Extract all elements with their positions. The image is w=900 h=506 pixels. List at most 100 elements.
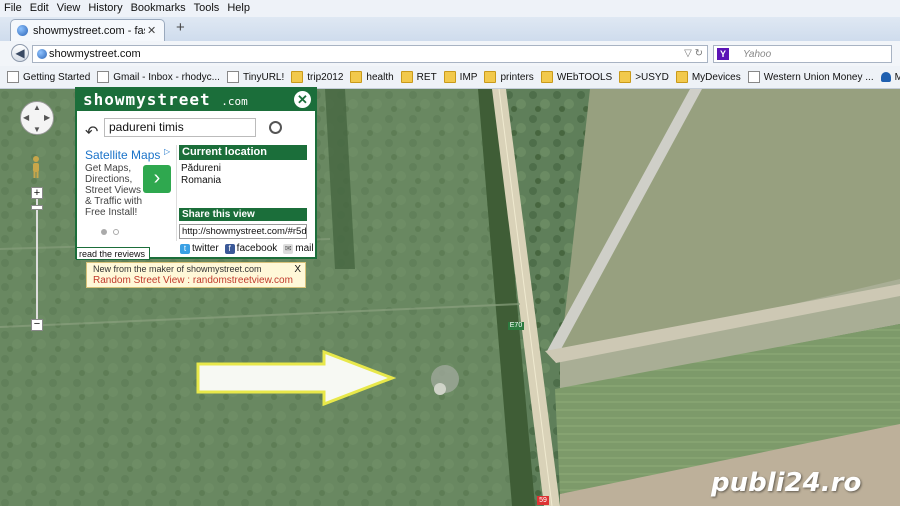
menu-edit[interactable]: Edit bbox=[26, 0, 53, 17]
menu-file[interactable]: File bbox=[0, 0, 26, 17]
satellite-maps-ad[interactable]: Satellite Maps ▷ Get Maps, Directions, S… bbox=[80, 145, 177, 241]
zoom-out-button[interactable]: − bbox=[31, 319, 43, 331]
menu-help[interactable]: Help bbox=[223, 0, 254, 17]
bookmark-label: printers bbox=[500, 71, 534, 83]
bookmark-item[interactable]: WEbTOOLS bbox=[540, 71, 613, 83]
bookmark-label: RET bbox=[416, 71, 437, 83]
location-search-input[interactable]: padureni timis bbox=[104, 118, 256, 137]
new-tab-button[interactable]: + bbox=[176, 19, 185, 36]
promo-banner[interactable]: New from the maker of showmystreet.com R… bbox=[86, 262, 306, 288]
bookmark-item[interactable]: trip2012 bbox=[291, 71, 343, 83]
pegman-icon[interactable] bbox=[30, 155, 42, 179]
share-url-field[interactable]: http://showmystreet.com/#r5deg bbox=[179, 224, 307, 239]
zoom-in-button[interactable]: + bbox=[31, 187, 43, 199]
bookmark-label: >USYD bbox=[635, 71, 669, 83]
ad-go-button[interactable]: › bbox=[143, 165, 171, 193]
location-place: Pădureni bbox=[181, 163, 222, 174]
menu-history[interactable]: History bbox=[84, 0, 126, 17]
promo-close-button[interactable]: X bbox=[294, 264, 301, 275]
ad-choices-icon[interactable]: ▷ bbox=[164, 147, 172, 156]
tab-bar: showmystreet.com - fast &... ✕ + bbox=[0, 17, 900, 41]
bookmarks-toolbar: Getting Started Gmail - Inbox - rhodyc...… bbox=[0, 66, 900, 89]
road-sign-e70: E70 bbox=[508, 322, 524, 330]
search-placeholder: Yahoo bbox=[743, 48, 772, 60]
bookmark-label: trip2012 bbox=[307, 71, 344, 83]
globe-icon bbox=[17, 25, 28, 36]
current-location-heading: Current location bbox=[179, 145, 307, 160]
folder-icon bbox=[619, 71, 632, 83]
bookmark-item[interactable]: Gmail - Inbox - rhodyc... bbox=[97, 71, 220, 83]
bookmark-item[interactable]: IMP bbox=[443, 71, 478, 83]
search-icon[interactable] bbox=[269, 121, 282, 134]
promo-line-2[interactable]: Random Street View : randomstreetview.co… bbox=[93, 275, 293, 286]
share-links: t twitter f facebook ✉ mail bbox=[180, 243, 314, 254]
bookmark-label: WEbTOOLS bbox=[556, 71, 613, 83]
back-button[interactable]: ◀ bbox=[11, 44, 29, 62]
page-icon bbox=[7, 71, 19, 83]
bookmark-label: MyDevices bbox=[691, 71, 741, 83]
facebook-link[interactable]: facebook bbox=[237, 243, 278, 254]
tab-showmystreet[interactable]: showmystreet.com - fast &... ✕ bbox=[10, 19, 165, 41]
read-reviews-tab[interactable]: read the reviews bbox=[76, 247, 150, 260]
folder-icon bbox=[400, 71, 413, 83]
ad-title[interactable]: Satellite Maps bbox=[85, 148, 160, 162]
menu-bar: File Edit View History Bookmarks Tools H… bbox=[0, 0, 900, 17]
page-icon bbox=[226, 71, 239, 83]
folder-icon bbox=[350, 71, 363, 83]
skydrive-icon bbox=[880, 72, 891, 82]
bookmark-label: Microsoft SkyDrive - A... bbox=[895, 72, 900, 83]
url-text: showmystreet.com bbox=[49, 48, 141, 60]
bookmark-item[interactable]: Getting Started bbox=[7, 71, 90, 83]
folder-icon bbox=[540, 71, 553, 83]
bookmark-item[interactable]: Microsoft SkyDrive - A... bbox=[880, 72, 900, 83]
twitter-link[interactable]: twitter bbox=[192, 243, 219, 254]
twitter-icon[interactable]: t bbox=[180, 243, 190, 254]
bookmark-item[interactable]: printers bbox=[484, 71, 534, 83]
pointer-arrow-icon bbox=[196, 350, 396, 406]
site-identity-icon[interactable] bbox=[37, 49, 47, 59]
panel-header: showmystreet .com ✕ bbox=[77, 89, 315, 111]
mail-icon[interactable]: ✉ bbox=[283, 243, 294, 254]
ad-body: Get Maps, Directions, Street Views & Tra… bbox=[85, 163, 143, 218]
reload-icon[interactable]: ▽ ↻ bbox=[684, 48, 703, 59]
menu-view[interactable]: View bbox=[53, 0, 85, 17]
folder-icon bbox=[675, 71, 688, 83]
ad-dot-active[interactable] bbox=[101, 229, 107, 235]
bookmark-label: Getting Started bbox=[23, 71, 91, 83]
facebook-icon[interactable]: f bbox=[224, 243, 235, 254]
reset-view-icon[interactable]: ↶ bbox=[85, 122, 98, 142]
close-tab-icon[interactable]: ✕ bbox=[147, 24, 156, 37]
watermark-text: publi24.ro bbox=[711, 468, 862, 498]
mail-link[interactable]: mail bbox=[295, 243, 313, 254]
close-panel-button[interactable]: ✕ bbox=[294, 91, 311, 108]
page-icon bbox=[97, 71, 110, 83]
yahoo-icon[interactable]: Y bbox=[717, 48, 729, 60]
menu-bookmarks[interactable]: Bookmarks bbox=[127, 0, 190, 17]
ad-dot-inactive[interactable] bbox=[113, 229, 119, 235]
page-icon bbox=[747, 71, 760, 83]
showmystreet-panel: showmystreet .com ✕ ↶ padureni timis Sat… bbox=[75, 87, 317, 259]
bookmark-item[interactable]: RET bbox=[400, 71, 437, 83]
bookmark-item[interactable]: TinyURL! bbox=[226, 71, 284, 83]
zoom-slider-track[interactable] bbox=[36, 199, 38, 319]
location-country: Romania bbox=[181, 175, 222, 186]
url-bar[interactable]: showmystreet.com ▽ ↻ bbox=[32, 45, 708, 63]
site-logo: showmystreet .com bbox=[83, 90, 248, 109]
tab-title: showmystreet.com - fast &... bbox=[33, 24, 145, 37]
road-sign-59: 59 bbox=[537, 496, 549, 505]
bookmark-item[interactable]: MyDevices bbox=[675, 71, 741, 83]
bookmark-label: health bbox=[366, 71, 394, 83]
search-bar[interactable]: Y Yahoo bbox=[713, 45, 892, 63]
share-heading: Share this view bbox=[179, 208, 307, 221]
menu-tools[interactable]: Tools bbox=[190, 0, 224, 17]
bookmark-item[interactable]: health bbox=[350, 71, 394, 83]
bookmark-item[interactable]: Western Union Money ... bbox=[747, 71, 874, 83]
bookmark-item[interactable]: >USYD bbox=[619, 71, 669, 83]
navigation-bar: ◀ showmystreet.com ▽ ↻ Y Yahoo bbox=[0, 41, 900, 67]
bookmark-label: IMP bbox=[459, 71, 478, 83]
zoom-slider-thumb[interactable] bbox=[31, 205, 43, 210]
pan-control[interactable]: ▲ ▼ ◀ ▶ bbox=[20, 101, 54, 135]
bookmark-label: Western Union Money ... bbox=[763, 71, 874, 83]
folder-icon bbox=[484, 71, 497, 83]
folder-icon bbox=[443, 71, 456, 83]
